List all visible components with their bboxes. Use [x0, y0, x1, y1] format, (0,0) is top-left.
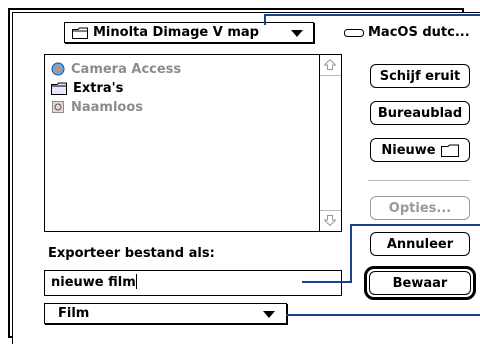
file-list[interactable]: Camera Access Extra's Naamloos: [44, 54, 342, 232]
list-item[interactable]: Camera Access: [51, 60, 181, 78]
list-item[interactable]: Extra's: [51, 79, 123, 97]
disk-label: MacOS dutc...: [344, 25, 470, 40]
arrow-down-icon: [324, 215, 336, 226]
app-icon: [51, 62, 65, 76]
cancel-button-label: Annuleer: [386, 236, 454, 252]
list-item-label: Extra's: [73, 80, 124, 96]
folder-icon: [51, 82, 67, 95]
save-button[interactable]: Bewaar: [369, 271, 471, 295]
new-folder-button[interactable]: Nieuwe: [370, 138, 470, 162]
folder-icon: [72, 27, 88, 39]
callout-line: [264, 14, 480, 16]
button-separator: [368, 180, 470, 181]
disk-icon: [344, 28, 364, 37]
scroll-down-button[interactable]: [320, 210, 341, 231]
list-item-label: Camera Access: [71, 61, 182, 77]
filename-field[interactable]: nieuwe film: [44, 270, 342, 296]
folder-popup[interactable]: Minolta Dimage V map: [64, 22, 314, 43]
format-popup[interactable]: Film: [44, 303, 287, 324]
list-item-label: Naamloos: [71, 99, 144, 115]
cancel-button[interactable]: Annuleer: [370, 232, 470, 256]
chevron-down-icon: [263, 311, 275, 318]
options-button[interactable]: Opties...: [370, 196, 470, 220]
callout-line: [350, 224, 352, 283]
folder-icon: [440, 144, 459, 157]
arrow-up-icon: [324, 59, 336, 70]
chevron-down-icon: [291, 30, 303, 37]
callout-line: [286, 314, 480, 316]
desktop-button-label: Bureaublad: [377, 105, 463, 121]
folder-popup-label: Minolta Dimage V map: [93, 25, 259, 40]
callout-line: [350, 224, 480, 226]
new-folder-button-label: Nieuwe: [381, 142, 436, 158]
eject-button[interactable]: Schijf eruit: [370, 64, 470, 88]
format-popup-label: Film: [58, 306, 90, 321]
eject-button-label: Schijf eruit: [379, 68, 461, 84]
document-icon: [52, 101, 64, 113]
disk-name: MacOS dutc...: [368, 25, 470, 40]
vertical-scrollbar[interactable]: [319, 55, 341, 231]
text-caret: [135, 274, 137, 289]
callout-line: [302, 281, 352, 283]
save-button-label: Bewaar: [392, 275, 448, 291]
desktop-button[interactable]: Bureaublad: [370, 101, 470, 125]
export-label: Exporteer bestand als:: [48, 246, 215, 261]
options-button-label: Opties...: [388, 200, 452, 216]
list-item[interactable]: Naamloos: [51, 98, 143, 116]
scroll-up-button[interactable]: [320, 55, 341, 76]
filename-value: nieuwe film: [51, 275, 136, 290]
